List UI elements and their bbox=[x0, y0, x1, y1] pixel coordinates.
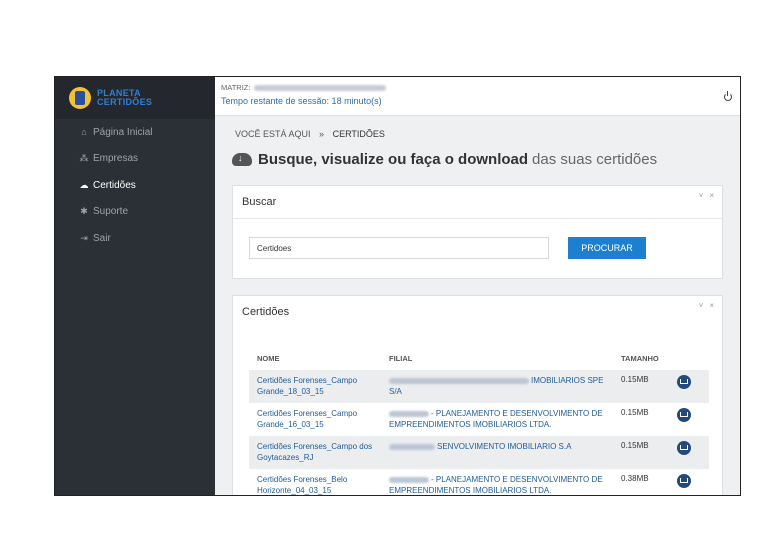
breadcrumb: VOCÊ ESTÁ AQUI » CERTIDÕES bbox=[235, 129, 385, 139]
download-icon[interactable] bbox=[677, 408, 691, 422]
close-icon[interactable]: × bbox=[709, 301, 714, 310]
row-size: 0.15MB bbox=[621, 370, 677, 403]
sidebar-item-label: Empresas bbox=[93, 153, 139, 165]
page-title-bold: Busque, visualize ou faça o download bbox=[258, 151, 529, 168]
sidebar-item-label: Sair bbox=[93, 232, 111, 244]
sidebar-item-sair[interactable]: ⇥ Sair bbox=[55, 225, 215, 252]
row-actions bbox=[677, 370, 709, 403]
row-name-link[interactable]: Certidões Forenses_Campo dos Goytacazes_… bbox=[249, 436, 389, 469]
breadcrumb-current: CERTIDÕES bbox=[332, 129, 385, 139]
certidoes-panel-title: Certidões bbox=[242, 306, 290, 318]
sidebar-nav: ⌂ Página Inicial ⁂ Empresas ☁ Certidões … bbox=[55, 119, 215, 252]
page-title-rest: das suas certidões bbox=[532, 151, 658, 168]
column-header-tamanho[interactable]: TAMANHO bbox=[621, 346, 677, 370]
sitemap-icon: ⁂ bbox=[79, 153, 89, 164]
main-content: MATRIZ: Tempo restante de sessão: 18 min… bbox=[215, 77, 740, 495]
row-actions bbox=[677, 403, 709, 436]
cloud-download-icon: ☁ bbox=[79, 179, 89, 190]
top-bar: MATRIZ: Tempo restante de sessão: 18 min… bbox=[215, 77, 740, 116]
table-row: Certidões Forenses_Campo Grande_16_03_15… bbox=[249, 403, 709, 436]
row-filial-text: SENVOLVIMENTO IMOBILIARIO S.A bbox=[437, 442, 572, 451]
sidebar-item-suporte[interactable]: ✱ Suporte bbox=[55, 199, 215, 226]
column-header-actions bbox=[677, 346, 709, 370]
filial-redacted bbox=[389, 410, 429, 417]
support-icon: ✱ bbox=[80, 206, 88, 217]
row-name-link[interactable]: Certidões Forenses_Campo Grande_18_03_15 bbox=[249, 370, 389, 403]
session-timer: Tempo restante de sessão: 18 minuto(s) bbox=[221, 96, 382, 106]
chevron-down-icon[interactable]: ˅ bbox=[699, 301, 704, 310]
certidoes-panel: Certidões ˅ × NOME FILIAL TAMANHO Certid… bbox=[232, 295, 723, 495]
table-row: Certidões Forenses_Campo dos Goytacazes_… bbox=[249, 436, 709, 469]
matriz-label: MATRIZ: bbox=[221, 83, 251, 92]
download-icon[interactable] bbox=[677, 375, 691, 389]
sidebar-item-pagina-inicial[interactable]: ⌂ Página Inicial bbox=[55, 119, 215, 146]
power-icon[interactable] bbox=[724, 91, 732, 101]
row-name-link[interactable]: Certidões Forenses_Belo Horizonte_04_03_… bbox=[249, 469, 389, 495]
filial-redacted bbox=[389, 476, 429, 483]
row-size: 0.15MB bbox=[621, 408, 649, 417]
row-filial[interactable]: - PLANEJAMENTO E DESENVOLVIMENTO DE EMPR… bbox=[389, 403, 621, 436]
page-title: Busque, visualize ou faça o download das… bbox=[232, 151, 657, 168]
search-button[interactable]: PROCURAR bbox=[568, 237, 646, 259]
search-panel-header: Buscar ˅ × bbox=[233, 186, 722, 219]
sidebar-item-certidoes[interactable]: ☁ Certidões bbox=[55, 172, 215, 199]
breadcrumb-separator: » bbox=[319, 129, 325, 139]
row-filial[interactable]: IMOBILIARIOS SPE S/A bbox=[389, 370, 621, 403]
search-panel: Buscar ˅ × PROCURAR bbox=[232, 185, 723, 279]
row-filial[interactable]: - PLANEJAMENTO E DESENVOLVIMENTO DE EMPR… bbox=[389, 469, 621, 495]
close-icon[interactable]: × bbox=[709, 191, 714, 200]
sidebar-item-label: Suporte bbox=[93, 206, 129, 218]
logo-mascot-icon bbox=[69, 87, 91, 109]
row-filial[interactable]: SENVOLVIMENTO IMOBILIARIO S.A bbox=[389, 436, 621, 469]
home-icon: ⌂ bbox=[81, 127, 87, 138]
row-size: 0.15MB bbox=[621, 436, 677, 469]
brand-name: PLANETA CERTIDÕES bbox=[97, 89, 152, 107]
table-row: Certidões Forenses_Belo Horizonte_04_03_… bbox=[249, 469, 709, 495]
sign-out-icon: ⇥ bbox=[80, 232, 88, 243]
brand-logo[interactable]: PLANETA CERTIDÕES bbox=[55, 77, 215, 119]
search-panel-title: Buscar bbox=[242, 196, 277, 208]
brand-line-2: CERTIDÕES bbox=[97, 97, 153, 107]
download-icon[interactable] bbox=[677, 441, 691, 455]
search-input[interactable] bbox=[249, 237, 549, 259]
filial-redacted bbox=[389, 377, 529, 384]
panel-tools: ˅ × bbox=[699, 301, 714, 310]
download-icon[interactable] bbox=[677, 474, 691, 488]
column-header-filial[interactable]: FILIAL bbox=[389, 346, 621, 370]
table-header-row: NOME FILIAL TAMANHO bbox=[249, 346, 709, 370]
matriz-name-redacted bbox=[254, 84, 387, 91]
cloud-download-icon bbox=[232, 153, 252, 166]
sidebar-item-empresas[interactable]: ⁂ Empresas bbox=[55, 146, 215, 173]
sidebar: PLANETA CERTIDÕES ⌂ Página Inicial ⁂ Emp… bbox=[55, 77, 215, 495]
column-header-nome[interactable]: NOME bbox=[249, 346, 389, 370]
filial-redacted bbox=[389, 443, 435, 450]
sidebar-item-label: Página Inicial bbox=[93, 126, 153, 138]
matriz-info: MATRIZ: bbox=[221, 83, 740, 92]
breadcrumb-prefix: VOCÊ ESTÁ AQUI bbox=[235, 129, 311, 139]
certidoes-table: NOME FILIAL TAMANHO Certidões Forenses_C… bbox=[249, 346, 709, 495]
row-actions bbox=[677, 436, 709, 469]
row-size: 0.38MB bbox=[621, 474, 649, 483]
chevron-down-icon[interactable]: ˅ bbox=[699, 191, 704, 200]
sidebar-item-label: Certidões bbox=[93, 179, 136, 191]
row-name-link[interactable]: Certidões Forenses_Campo Grande_16_03_15 bbox=[249, 403, 389, 436]
panel-tools: ˅ × bbox=[699, 191, 714, 200]
app-window: PLANETA CERTIDÕES ⌂ Página Inicial ⁂ Emp… bbox=[54, 76, 741, 496]
certidoes-panel-header: Certidões ˅ × bbox=[233, 296, 722, 328]
table-row: Certidões Forenses_Campo Grande_18_03_15… bbox=[249, 370, 709, 403]
row-actions bbox=[677, 469, 709, 495]
